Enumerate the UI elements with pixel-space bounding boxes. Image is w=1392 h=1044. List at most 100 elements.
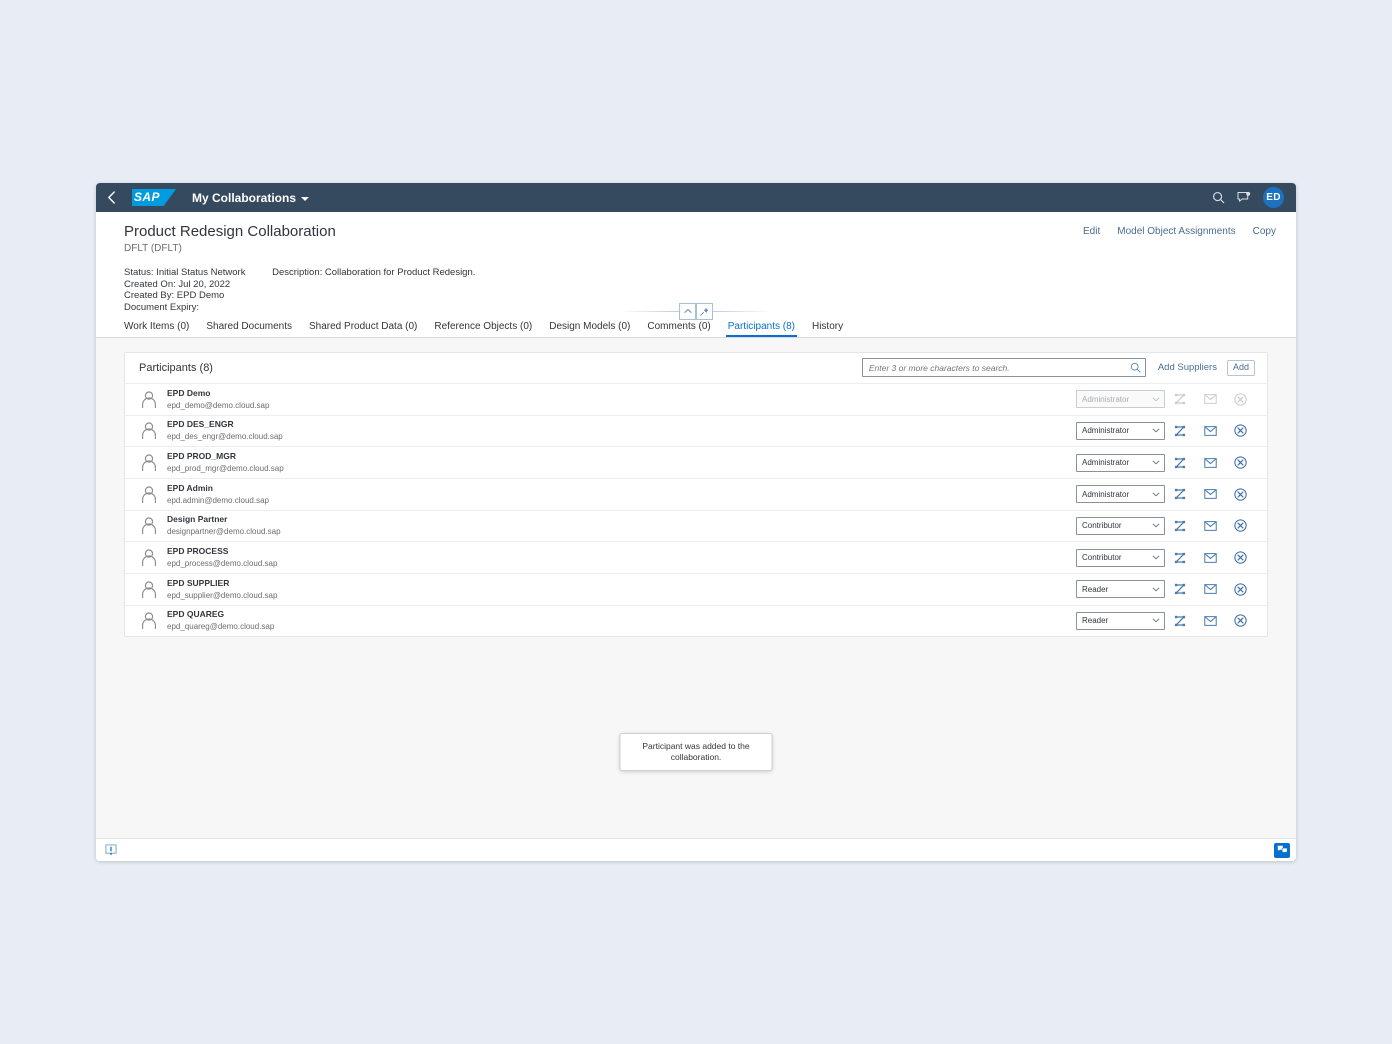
copy-action[interactable]: Copy xyxy=(1253,226,1276,237)
participant-status-button[interactable] xyxy=(1165,547,1195,569)
avatar xyxy=(139,453,158,472)
participant-status-button[interactable] xyxy=(1165,515,1195,537)
circle-x-icon xyxy=(1233,583,1247,596)
role-dropdown[interactable]: Administrator xyxy=(1076,453,1165,472)
object-header-actions: Edit Model Object Assignments Copy xyxy=(1083,222,1276,237)
collapse-header-button[interactable] xyxy=(679,302,696,320)
tab-history[interactable]: History xyxy=(812,321,860,337)
envelope-icon xyxy=(1203,584,1217,595)
participant-status-button[interactable] xyxy=(1165,578,1195,600)
avatar xyxy=(139,390,158,409)
workflow-tasks-icon xyxy=(1174,520,1186,532)
role-dropdown[interactable]: Reader xyxy=(1076,580,1165,599)
envelope-icon xyxy=(1203,616,1217,626)
tab-shared-documents[interactable]: Shared Documents xyxy=(206,321,309,337)
back-button[interactable] xyxy=(96,183,126,212)
participant-info: EPD Admin epd.admin@demo.cloud.sap xyxy=(167,483,1076,506)
remove-participant-button[interactable] xyxy=(1225,610,1255,632)
role-value: Contributor xyxy=(1082,553,1122,563)
sap-logo-text: SAP xyxy=(134,190,160,204)
role-dropdown[interactable]: Reader xyxy=(1076,611,1165,630)
role-value: Administrator xyxy=(1082,458,1130,468)
shell-search-button[interactable] xyxy=(1205,185,1231,211)
add-suppliers-button[interactable]: Add Suppliers xyxy=(1158,362,1217,373)
chevron-down-icon xyxy=(1152,460,1160,465)
participant-name: EPD PROD_MGR xyxy=(167,451,236,462)
edit-action[interactable]: Edit xyxy=(1083,226,1100,237)
tab-participants[interactable]: Participants (8) xyxy=(725,321,812,337)
participant-actions: Administrator xyxy=(1076,483,1255,505)
participant-status-button[interactable] xyxy=(1165,420,1195,442)
tab-design-models[interactable]: Design Models (0) xyxy=(549,321,647,337)
remove-participant-button[interactable] xyxy=(1225,420,1255,442)
user-avatar[interactable]: ED xyxy=(1263,187,1284,208)
role-dropdown[interactable]: Administrator xyxy=(1076,421,1165,440)
feedback-icon xyxy=(1277,845,1287,855)
remove-participant-button[interactable] xyxy=(1225,452,1255,474)
workflow-tasks-icon xyxy=(1174,584,1186,595)
avatar xyxy=(139,516,158,535)
send-email-button[interactable] xyxy=(1195,452,1225,474)
remove-participant-button[interactable] xyxy=(1225,578,1255,600)
participants-search[interactable] xyxy=(861,358,1146,378)
message-popover-icon xyxy=(105,844,117,856)
participant-email: epd_demo@demo.cloud.sap xyxy=(167,400,270,410)
remove-participant-button[interactable] xyxy=(1225,547,1255,569)
participant-name: EPD Demo xyxy=(167,387,211,398)
role-dropdown[interactable]: Contributor xyxy=(1076,548,1165,567)
shell-bar: SAP My Collaborations ED xyxy=(96,183,1296,212)
app-title-label: My Collaborations xyxy=(192,190,297,205)
search-icon[interactable] xyxy=(1130,362,1141,373)
feedback-button[interactable] xyxy=(1274,842,1290,858)
tab-work-items[interactable]: Work Items (0) xyxy=(124,321,206,337)
person-avatar-icon xyxy=(141,422,156,440)
participant-email: epd_quareg@demo.cloud.sap xyxy=(167,622,275,632)
participant-actions: Contributor xyxy=(1076,547,1255,569)
participant-status-button[interactable] xyxy=(1165,483,1195,505)
send-email-button[interactable] xyxy=(1195,515,1225,537)
pin-icon xyxy=(700,307,709,316)
send-email-button[interactable] xyxy=(1195,547,1225,569)
search-input[interactable] xyxy=(868,362,1130,373)
pin-header-button[interactable] xyxy=(696,302,713,320)
table-row: EPD DES_ENGR epd_des_engr@demo.cloud.sap… xyxy=(125,416,1267,448)
content-area: Participants (8) Add Suppliers Add xyxy=(96,337,1296,838)
send-email-button[interactable] xyxy=(1195,483,1225,505)
send-email-button[interactable] xyxy=(1195,578,1225,600)
table-row: EPD Admin epd.admin@demo.cloud.sap Admin… xyxy=(125,479,1267,511)
remove-participant-button[interactable] xyxy=(1225,515,1255,537)
tab-reference-objects[interactable]: Reference Objects (0) xyxy=(434,321,549,337)
workflow-tasks-icon xyxy=(1174,489,1186,500)
person-avatar-icon xyxy=(141,486,156,503)
model-object-assignments-action[interactable]: Model Object Assignments xyxy=(1117,226,1235,237)
table-row: EPD PROCESS epd_process@demo.cloud.sap C… xyxy=(125,542,1267,574)
role-value: Administrator xyxy=(1082,489,1130,499)
created-on-text: Created On: Jul 20, 2022 xyxy=(124,278,231,290)
send-email-button[interactable] xyxy=(1195,420,1225,442)
tab-shared-product-data[interactable]: Shared Product Data (0) xyxy=(309,321,434,337)
person-avatar-icon xyxy=(141,454,156,472)
remove-participant-button[interactable] xyxy=(1225,483,1255,505)
participants-toolbar: Participants (8) Add Suppliers Add xyxy=(125,353,1267,384)
participant-actions: Administrator xyxy=(1076,420,1255,442)
circle-x-icon xyxy=(1233,488,1247,501)
object-title-row: Product Redesign Collaboration DFLT (DFL… xyxy=(124,222,1276,254)
role-dropdown[interactable]: Contributor xyxy=(1076,516,1165,535)
participant-status-button[interactable] xyxy=(1165,610,1195,632)
chevron-down-icon xyxy=(301,196,310,201)
send-email-button[interactable] xyxy=(1195,610,1225,632)
sap-logo[interactable]: SAP xyxy=(132,189,176,206)
add-participant-button[interactable]: Add xyxy=(1226,359,1255,376)
participant-status-button[interactable] xyxy=(1165,452,1195,474)
role-dropdown[interactable]: Administrator xyxy=(1076,485,1165,504)
shell-notifications-button[interactable] xyxy=(1231,185,1257,211)
circle-x-icon xyxy=(1233,424,1247,438)
person-avatar-icon xyxy=(141,612,156,630)
tab-comments[interactable]: Comments (0) xyxy=(647,321,727,337)
chevron-down-icon xyxy=(1152,524,1160,528)
participant-name: EPD Admin xyxy=(167,482,213,493)
message-popover-button[interactable] xyxy=(104,843,118,857)
role-value: Reader xyxy=(1082,616,1109,626)
app-title-menu[interactable]: My Collaborations xyxy=(192,190,310,205)
participant-info: EPD DES_ENGR epd_des_engr@demo.cloud.sap xyxy=(167,419,1076,442)
